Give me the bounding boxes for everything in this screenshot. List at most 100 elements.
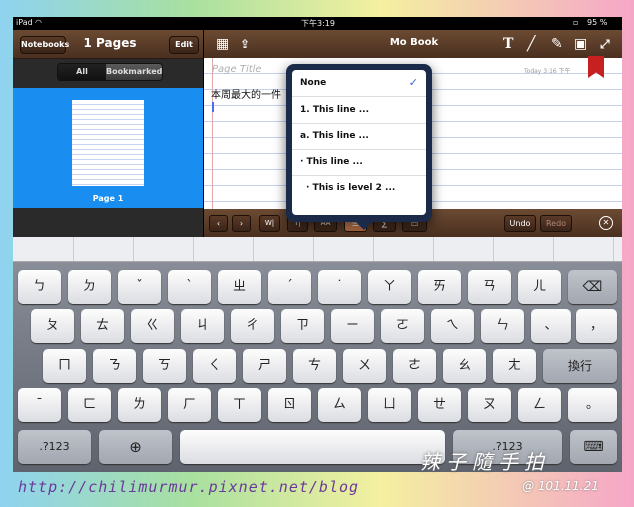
key[interactable]: ㄞ [418, 270, 461, 304]
key[interactable]: ㄍ [131, 309, 174, 343]
candidate-cell[interactable] [493, 237, 554, 261]
key[interactable]: ㄆ [31, 309, 74, 343]
candidate-bar[interactable] [13, 237, 622, 262]
filter-bookmarked-tab[interactable]: Bookmarked [106, 64, 162, 80]
list-option-lettered[interactable]: a. This line ... [292, 123, 426, 150]
candidate-cell[interactable] [73, 237, 134, 261]
lock-icon: ▫ [573, 18, 579, 27]
blog-url: http://chilimurmur.pixnet.net/blog [18, 478, 360, 496]
candidate-cell[interactable] [433, 237, 494, 261]
hide-keyboard-icon[interactable]: ⌨ [570, 430, 617, 464]
key[interactable]: ㄝ [418, 388, 461, 422]
key[interactable]: ㄋ [93, 349, 136, 383]
prev-page-button[interactable]: ‹ [209, 215, 228, 232]
photo-date: @ 101.11.21 [522, 479, 599, 493]
key[interactable]: ㄎ [143, 349, 186, 383]
candidate-cell[interactable] [133, 237, 194, 261]
note-body-text[interactable]: 本周最大的一件 [211, 86, 281, 101]
next-page-button[interactable]: › [232, 215, 251, 232]
key[interactable]: ˙ [318, 270, 361, 304]
key[interactable]: ㄩ [368, 388, 411, 422]
key[interactable]: ㄧ [331, 309, 374, 343]
page-title-field[interactable]: Page Title [212, 64, 262, 75]
key[interactable]: ㄘ [293, 349, 336, 383]
pages-count-title: 1 Pages [83, 36, 137, 50]
list-option-bullet[interactable]: · This line ... [292, 149, 426, 176]
image-icon[interactable]: ▣ [574, 36, 587, 52]
key[interactable]: ㄈ [68, 388, 111, 422]
key[interactable]: ㄨ [343, 349, 386, 383]
key[interactable]: ㄔ [231, 309, 274, 343]
key[interactable]: ㄚ [368, 270, 411, 304]
text-tool-icon[interactable]: T [503, 36, 513, 52]
key[interactable]: ㄓ [218, 270, 261, 304]
space-key[interactable] [180, 430, 445, 464]
key[interactable]: 。 [568, 388, 617, 422]
indent-icon[interactable]: W| [259, 215, 280, 232]
key[interactable]: ㄌ [118, 388, 161, 422]
return-key[interactable]: 換行 [543, 349, 617, 383]
candidate-cell[interactable] [193, 237, 254, 261]
candidate-cell[interactable] [553, 237, 614, 261]
candidate-cell[interactable] [253, 237, 314, 261]
fullscreen-icon[interactable]: ⤢ [600, 36, 610, 52]
key[interactable]: ˇ [118, 270, 161, 304]
page-thumbnail-selected[interactable]: Page 1 [13, 88, 203, 208]
key[interactable]: ㄊ [81, 309, 124, 343]
checkmark-icon: ✓ [408, 76, 418, 89]
key[interactable]: ˊ [268, 270, 311, 304]
backspace-key[interactable]: ⌫ [568, 270, 617, 304]
key[interactable]: ㄥ [518, 388, 561, 422]
status-bar: iPad ◠ 下午3:19 ▫ 95 % [13, 17, 622, 30]
key[interactable]: ㄒ [218, 388, 261, 422]
filter-all-tab[interactable]: All [58, 64, 106, 80]
numbers-key[interactable]: .?123 [18, 430, 91, 464]
key[interactable]: ㄟ [431, 309, 474, 343]
pen-icon[interactable]: ╱ [527, 36, 535, 52]
close-icon[interactable]: ✕ [599, 216, 613, 230]
edit-button[interactable]: Edit [169, 36, 199, 54]
key[interactable]: ㄜ [393, 349, 436, 383]
grid-icon[interactable]: ▦ [216, 36, 229, 52]
globe-icon[interactable]: ⊕ [99, 430, 172, 464]
key[interactable]: ㄡ [468, 388, 511, 422]
candidate-cell[interactable] [13, 237, 74, 261]
key[interactable]: ㄐ [181, 309, 224, 343]
key[interactable]: ㄇ [43, 349, 86, 383]
key[interactable]: ㄤ [493, 349, 536, 383]
candidate-cell[interactable] [373, 237, 434, 261]
key[interactable]: ㄕ [243, 349, 286, 383]
list-style-popover: None ✓ 1. This line ... a. This line ...… [286, 64, 432, 222]
key[interactable]: ㄖ [268, 388, 311, 422]
list-option-none[interactable]: None ✓ [292, 70, 426, 97]
key[interactable]: ㄉ [68, 270, 111, 304]
wifi-icon: ◠ [35, 18, 42, 27]
key[interactable]: ㄏ [168, 388, 211, 422]
key[interactable]: ㄗ [281, 309, 324, 343]
candidate-cell[interactable] [313, 237, 374, 261]
key[interactable]: ˋ [168, 270, 211, 304]
list-option-bullet-level2[interactable]: · This is level 2 ... [292, 175, 426, 201]
key[interactable]: ㄑ [193, 349, 236, 383]
key[interactable]: ㄅ [18, 270, 61, 304]
editor-toolbar: ▦ ⇪ Mo Book T ╱ ✎ ▣ ⤢ [204, 30, 622, 58]
page-thumbnail[interactable] [72, 100, 144, 186]
popover-arrow [356, 222, 372, 230]
key[interactable]: ㄦ [518, 270, 561, 304]
key[interactable]: ㄛ [381, 309, 424, 343]
key[interactable]: ㄣ [481, 309, 524, 343]
notebooks-button[interactable]: Notebooks [20, 36, 69, 54]
key[interactable]: ㄙ [318, 388, 361, 422]
highlighter-icon[interactable]: ✎ [551, 36, 563, 52]
key[interactable]: ㄢ [468, 270, 511, 304]
battery-level: 95 % [587, 18, 608, 27]
undo-button[interactable]: Undo [504, 215, 536, 232]
key[interactable]: ， [576, 309, 617, 343]
redo-button[interactable]: Redo [540, 215, 572, 232]
key[interactable]: ˉ [18, 388, 61, 422]
key[interactable]: 、 [531, 309, 571, 343]
key[interactable]: ㄠ [443, 349, 486, 383]
share-icon[interactable]: ⇪ [240, 36, 250, 52]
list-option-numbered[interactable]: 1. This line ... [292, 97, 426, 124]
text-caret [212, 102, 214, 112]
